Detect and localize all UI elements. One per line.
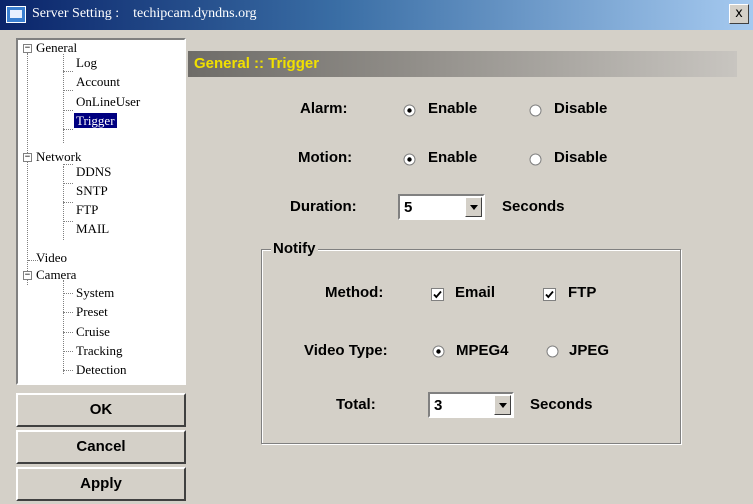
duration-label: Duration: [290,198,357,215]
tree-item-sntp[interactable]: SNTP [76,183,108,199]
tree-branch [63,293,73,294]
tree-item-log[interactable]: Log [76,55,97,71]
app-icon [6,6,26,23]
dropdown-arrow-icon[interactable] [494,395,511,415]
jpeg-radio[interactable] [546,345,559,358]
tree-branch [63,221,73,222]
panel-header: General :: Trigger [188,51,737,77]
server-setting-window: Server Setting : techipcam.dyndns.org x … [0,0,753,504]
total-unit: Seconds [530,396,593,413]
tree-item-network[interactable]: Network [36,149,82,165]
tree-item-preset[interactable]: Preset [76,304,108,320]
tree-item-onlineuser[interactable]: OnLineUser [76,94,140,110]
tree-branch [63,110,73,111]
email-label[interactable]: Email [455,284,495,301]
tree-branch [63,129,73,130]
duration-select[interactable]: 5 [398,194,485,220]
tree-network-line [63,166,64,240]
cancel-button[interactable]: Cancel [16,430,186,464]
apply-button[interactable]: Apply [16,467,186,501]
mpeg4-label[interactable]: MPEG4 [456,342,509,359]
alarm-label: Alarm: [300,100,348,117]
collapse-general-icon[interactable]: − [23,44,32,53]
tree-item-detection[interactable]: Detection [76,362,127,378]
motion-disable-radio[interactable] [529,153,542,166]
tree-item-trigger-row[interactable]: Trigger [74,113,117,129]
motion-label: Motion: [298,149,353,166]
collapse-network-icon[interactable]: − [23,153,32,162]
tree-item-account[interactable]: Account [76,74,120,90]
email-checkbox[interactable] [431,288,444,301]
window-title: Server Setting : techipcam.dyndns.org [32,6,257,21]
tree-branch [63,202,73,203]
dropdown-arrow-icon[interactable] [465,197,482,217]
motion-disable-label[interactable]: Disable [554,149,607,166]
tree-branch [63,312,73,313]
alarm-disable-radio[interactable] [529,104,542,117]
tree-branch [63,332,73,333]
ok-button[interactable]: OK [16,393,186,427]
method-label: Method: [325,284,384,301]
tree-item-trigger[interactable]: Trigger [74,113,117,128]
tree-item-video[interactable]: Video [36,250,67,266]
tree-item-camera[interactable]: Camera [36,267,76,283]
total-value: 3 [434,397,443,414]
tree-item-mail[interactable]: MAIL [76,221,109,237]
tree-branch [63,71,73,72]
video-type-label: Video Type: [304,342,388,359]
mpeg4-radio[interactable] [432,345,445,358]
title-bar[interactable]: Server Setting : techipcam.dyndns.org x [0,0,753,30]
settings-tree: − General Log Account OnLineUser Trigger… [16,38,186,385]
notify-legend: Notify [271,240,318,257]
tree-item-ddns[interactable]: DDNS [76,164,111,180]
tree-camera-line [63,280,64,374]
duration-value: 5 [404,199,413,216]
tree-item-system[interactable]: System [76,285,114,301]
collapse-camera-icon[interactable]: − [23,271,32,280]
alarm-enable-radio[interactable] [403,104,416,117]
ftp-checkbox[interactable] [543,288,556,301]
tree-item-general[interactable]: General [36,40,77,56]
jpeg-label[interactable]: JPEG [569,342,609,359]
tree-branch [63,90,73,91]
tree-item-tracking[interactable]: Tracking [76,343,122,359]
total-label: Total: [336,396,376,413]
panel-title: General :: Trigger [194,55,320,72]
tree-item-cruise[interactable]: Cruise [76,324,110,340]
ftp-label[interactable]: FTP [568,284,596,301]
tree-branch [63,370,73,371]
motion-enable-radio[interactable] [403,153,416,166]
tree-branch [63,351,73,352]
close-button[interactable]: x [729,4,749,24]
total-select[interactable]: 3 [428,392,514,418]
tree-item-ftp[interactable]: FTP [76,202,98,218]
alarm-enable-label[interactable]: Enable [428,100,477,117]
motion-enable-label[interactable]: Enable [428,149,477,166]
tree-root-line [27,53,28,285]
tree-branch [63,183,73,184]
duration-unit: Seconds [502,198,565,215]
alarm-disable-label[interactable]: Disable [554,100,607,117]
